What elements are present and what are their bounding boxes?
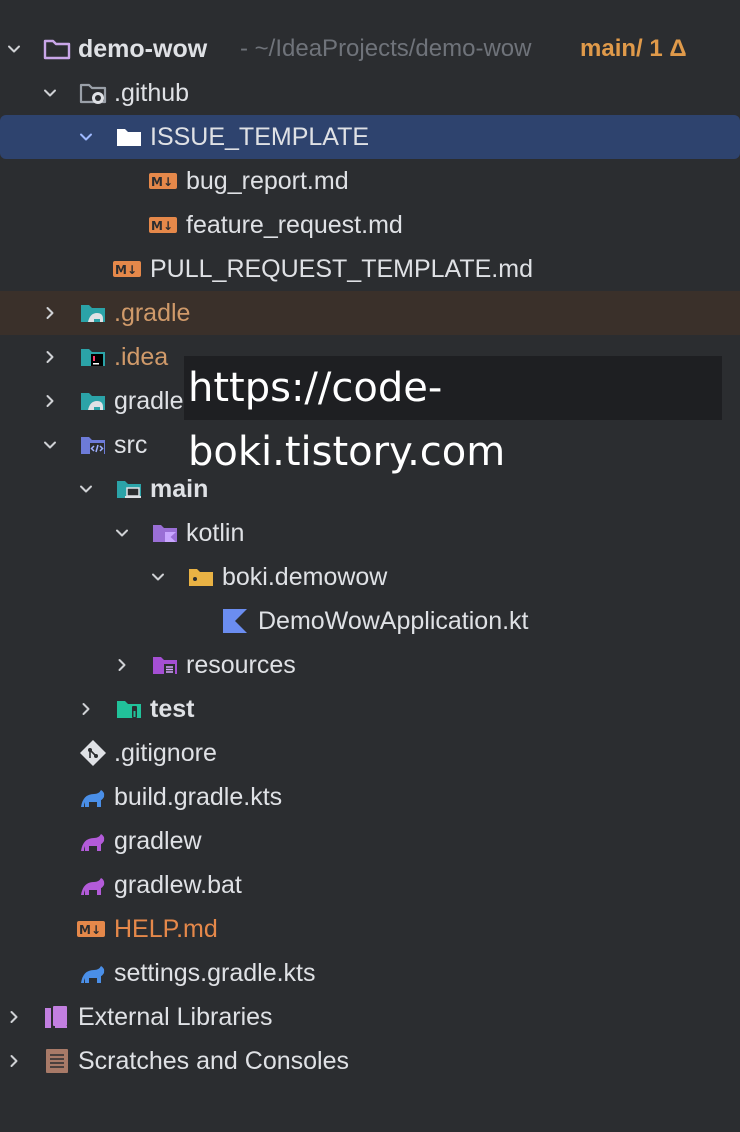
tree-row-test[interactable]: test [0,687,740,731]
git-icon [78,738,108,768]
chevron-right-icon[interactable] [0,995,28,1039]
tree-label-gradlew: gradlew [114,827,202,855]
tree-label-gradlew-bat: gradlew.bat [114,871,242,899]
tree-label-gradle-hidden: .gradle [114,299,191,327]
folder-icon [42,34,72,64]
gradle-icon [78,782,108,812]
svg-text:M↓: M↓ [115,263,137,277]
tree-row-project-root[interactable]: demo-wow - ~/IdeaProjects/demo-wow main/… [0,27,740,71]
watermark-url: https://code-boki.tistory.com [184,356,722,475]
chevron-down-icon[interactable] [72,467,100,511]
tree-row-feature-request[interactable]: M↓ feature_request.md [0,203,740,247]
tree-row-gradlew-bat[interactable]: gradlew.bat [0,863,740,907]
tree-label-app-file: DemoWowApplication.kt [258,607,529,635]
idea-folder-icon [78,342,108,372]
tree-row-app-file[interactable]: DemoWowApplication.kt [0,599,740,643]
tree-row-pull-request-template[interactable]: M↓ PULL_REQUEST_TEMPLATE.md [0,247,740,291]
source-folder-icon [78,430,108,460]
scratches-icon [42,1046,72,1076]
chevron-right-icon[interactable] [72,687,100,731]
tree-row-gradle-hidden[interactable]: .gradle [0,291,740,335]
tree-label-idea: .idea [114,343,169,371]
tree-row-help-md[interactable]: M↓ HELP.md [0,907,740,951]
tree-label-settings-gradle: settings.gradle.kts [114,959,316,987]
tree-label-gradle: gradle [114,387,184,415]
folder-icon [114,122,144,152]
tree-label-feature-request: feature_request.md [186,211,403,239]
gradle-folder-icon [78,386,108,416]
gradle-icon [78,958,108,988]
tree-label-scratches: Scratches and Consoles [78,1047,349,1075]
tree-row-external-libraries[interactable]: External Libraries [0,995,740,1039]
markdown-icon: M↓ [76,914,106,944]
package-folder-icon [186,562,216,592]
tree-row-scratches[interactable]: Scratches and Consoles [0,1039,740,1083]
kotlin-folder-icon [150,518,180,548]
git-branch-status: main/ 1 Δ [580,35,687,62]
tree-label-help-md: HELP.md [114,915,218,943]
tree-label-gitignore: .gitignore [114,739,217,767]
markdown-icon: M↓ [148,166,178,196]
tree-row-kotlin[interactable]: kotlin [0,511,740,555]
gradle-icon [78,870,108,900]
tree-row-resources[interactable]: resources [0,643,740,687]
gradle-folder-icon [78,298,108,328]
tree-row-gitignore[interactable]: .gitignore [0,731,740,775]
tree-row-gradlew[interactable]: gradlew [0,819,740,863]
kotlin-file-icon [220,606,250,636]
tree-label-issue-template: ISSUE_TEMPLATE [150,123,370,151]
tree-label-pull-request-template: PULL_REQUEST_TEMPLATE.md [150,255,533,283]
svg-text:M↓: M↓ [79,923,101,937]
tree-label-build-gradle: build.gradle.kts [114,783,283,811]
chevron-right-icon[interactable] [36,291,64,335]
chevron-right-icon[interactable] [0,1039,28,1083]
tree-label-package: boki.demowow [222,563,388,591]
gradle-icon [78,826,108,856]
test-folder-icon [114,694,144,724]
markdown-icon: M↓ [148,210,178,240]
project-tree: demo-wow - ~/IdeaProjects/demo-wow main/… [0,0,740,1132]
tree-label-resources: resources [186,651,296,679]
chevron-right-icon[interactable] [108,643,136,687]
chevron-down-icon[interactable] [108,511,136,555]
tree-label-test: test [150,695,195,723]
markdown-icon: M↓ [112,254,142,284]
tree-label-kotlin: kotlin [186,519,245,547]
chevron-right-icon[interactable] [36,335,64,379]
resources-folder-icon [150,650,180,680]
tree-row-package[interactable]: boki.demowow [0,555,740,599]
project-path-hint: - ~/IdeaProjects/demo-wow [240,35,532,62]
tree-label-external-libraries: External Libraries [78,1003,273,1031]
library-icon [42,1002,72,1032]
tree-row-github[interactable]: .github [0,71,740,115]
chevron-down-icon[interactable] [72,115,100,159]
project-name: demo-wow [78,35,208,63]
tree-row-bug-report[interactable]: M↓ bug_report.md [0,159,740,203]
tree-row-settings-gradle[interactable]: settings.gradle.kts [0,951,740,995]
main-folder-icon [114,474,144,504]
chevron-down-icon[interactable] [144,555,172,599]
tree-row-build-gradle[interactable]: build.gradle.kts [0,775,740,819]
tree-label-src: src [114,431,148,459]
chevron-down-icon[interactable] [0,27,28,71]
chevron-down-icon[interactable] [36,71,64,115]
chevron-down-icon[interactable] [36,423,64,467]
tree-label-github: .github [114,79,190,107]
chevron-right-icon[interactable] [36,379,64,423]
svg-text:M↓: M↓ [151,175,173,189]
tree-row-issue-template[interactable]: ISSUE_TEMPLATE [0,115,740,159]
github-folder-icon [78,78,108,108]
svg-text:M↓: M↓ [151,219,173,233]
tree-label-bug-report: bug_report.md [186,167,349,195]
